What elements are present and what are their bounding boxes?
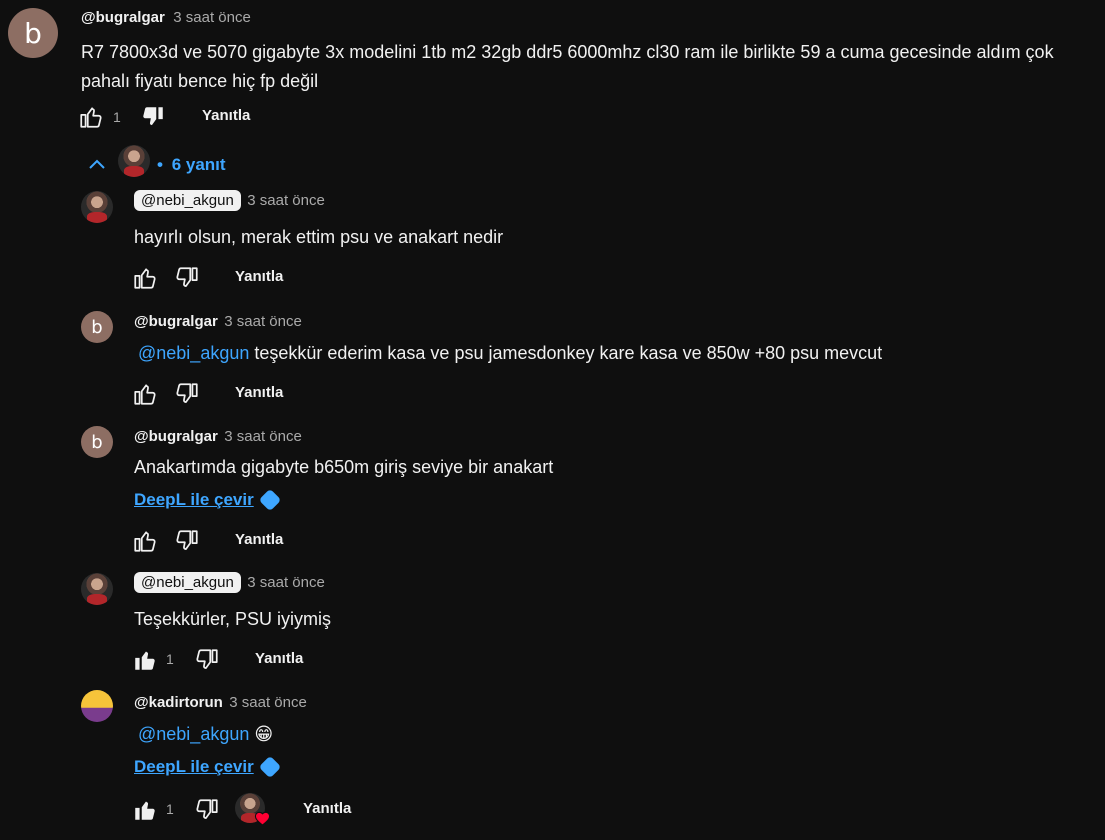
avatar bbox=[118, 145, 150, 177]
timestamp[interactable]: 3 saat önce bbox=[229, 694, 307, 711]
timestamp[interactable]: 3 saat önce bbox=[173, 9, 251, 26]
avatar[interactable] bbox=[81, 690, 113, 722]
thumbs-down-icon[interactable] bbox=[174, 528, 200, 554]
thumbs-up-icon[interactable] bbox=[132, 265, 158, 291]
thumbs-down-icon[interactable] bbox=[174, 381, 200, 407]
translate-link[interactable]: DeepL ile çevir bbox=[134, 757, 254, 777]
reply-button[interactable]: Yanıtla bbox=[255, 650, 303, 667]
comment-header: @kadirtorun 3 saat önce bbox=[134, 694, 307, 712]
heart-icon bbox=[254, 810, 271, 826]
mention-link[interactable]: @nebi_akgun bbox=[138, 343, 249, 363]
author-handle[interactable]: @nebi_akgun bbox=[134, 190, 241, 211]
author-handle[interactable]: @nebi_akgun bbox=[134, 572, 241, 593]
avatar[interactable] bbox=[81, 191, 113, 223]
deepl-icon bbox=[258, 755, 282, 779]
thumbs-up-icon[interactable] bbox=[78, 104, 104, 130]
replies-count[interactable]: 6 yanıt bbox=[172, 155, 226, 174]
comment-text: Anakartımda gigabyte b650m giriş seviye … bbox=[134, 457, 554, 477]
reply-button[interactable]: Yanıtla bbox=[235, 268, 283, 285]
comment-header: @bugralgar 3 saat önce bbox=[134, 428, 302, 446]
comment-text: R7 7800x3d ve 5070 gigabyte 3x modelini … bbox=[81, 38, 1054, 96]
comment-text: @nebi_akgun teşekkür ederim kasa ve psu … bbox=[138, 343, 882, 364]
translate-link[interactable]: DeepL ile çevir bbox=[134, 490, 254, 510]
translate-row: DeepL ile çevir bbox=[134, 488, 282, 512]
reply-button[interactable]: Yanıtla bbox=[202, 107, 250, 124]
timestamp[interactable]: 3 saat önce bbox=[247, 192, 325, 209]
comment-text-line: pahalı fiyatı bence hiç fp değil bbox=[81, 71, 319, 91]
mention-link[interactable]: @nebi_akgun bbox=[138, 724, 249, 744]
thumbs-up-icon[interactable] bbox=[132, 528, 158, 554]
deepl-icon bbox=[258, 488, 282, 512]
author-handle[interactable]: @bugralgar bbox=[134, 313, 218, 330]
like-count: 1 bbox=[166, 651, 174, 667]
timestamp[interactable]: 3 saat önce bbox=[224, 428, 302, 445]
thumbs-down-icon[interactable] bbox=[174, 265, 200, 291]
separator-dot: • bbox=[157, 155, 163, 174]
thumbs-up-icon[interactable] bbox=[132, 381, 158, 407]
comment-text: Teşekkürler, PSU iyiymiş bbox=[134, 609, 332, 629]
comment-header: @nebi_akgun 3 saat önce bbox=[134, 190, 325, 211]
translate-row: DeepL ile çevir bbox=[134, 755, 282, 779]
comment-body: teşekkür ederim kasa ve psu jamesdonkey … bbox=[249, 343, 883, 363]
chevron-up-icon[interactable] bbox=[87, 156, 107, 172]
reply-button[interactable]: Yanıtla bbox=[235, 384, 283, 401]
comment-header: @bugralgar 3 saat önce bbox=[81, 9, 251, 27]
comment-header: @nebi_akgun 3 saat önce bbox=[134, 572, 325, 593]
avatar[interactable]: b bbox=[8, 8, 58, 58]
thumbs-up-filled-icon[interactable] bbox=[132, 797, 158, 823]
timestamp[interactable]: 3 saat önce bbox=[247, 574, 325, 591]
author-handle[interactable]: @bugralgar bbox=[81, 9, 165, 26]
comment-text: hayırlı olsun, merak ettim psu ve anakar… bbox=[134, 227, 504, 247]
like-count: 1 bbox=[113, 109, 121, 125]
like-count: 1 bbox=[166, 801, 174, 817]
reply-button[interactable]: Yanıtla bbox=[235, 531, 283, 548]
emoji: 😁 bbox=[254, 724, 274, 744]
author-handle[interactable]: @bugralgar bbox=[134, 428, 218, 445]
thumbs-down-icon[interactable] bbox=[194, 647, 220, 673]
avatar[interactable]: b bbox=[81, 311, 113, 343]
timestamp[interactable]: 3 saat önce bbox=[224, 313, 302, 330]
thumbs-down-icon[interactable] bbox=[194, 797, 220, 823]
comment-text-line: R7 7800x3d ve 5070 gigabyte 3x modelini … bbox=[81, 42, 1054, 62]
replies-toggle[interactable]: • 6 yanıt bbox=[157, 155, 226, 175]
reply-button[interactable]: Yanıtla bbox=[303, 800, 351, 817]
avatar[interactable]: b bbox=[81, 426, 113, 458]
author-handle[interactable]: @kadirtorun bbox=[134, 694, 223, 711]
avatar[interactable] bbox=[81, 573, 113, 605]
comment-header: @bugralgar 3 saat önce bbox=[134, 313, 302, 331]
thumbs-up-filled-icon[interactable] bbox=[132, 647, 158, 673]
comment-text: @nebi_akgun 😁 bbox=[138, 724, 273, 745]
thumbs-down-filled-icon[interactable] bbox=[140, 104, 166, 130]
